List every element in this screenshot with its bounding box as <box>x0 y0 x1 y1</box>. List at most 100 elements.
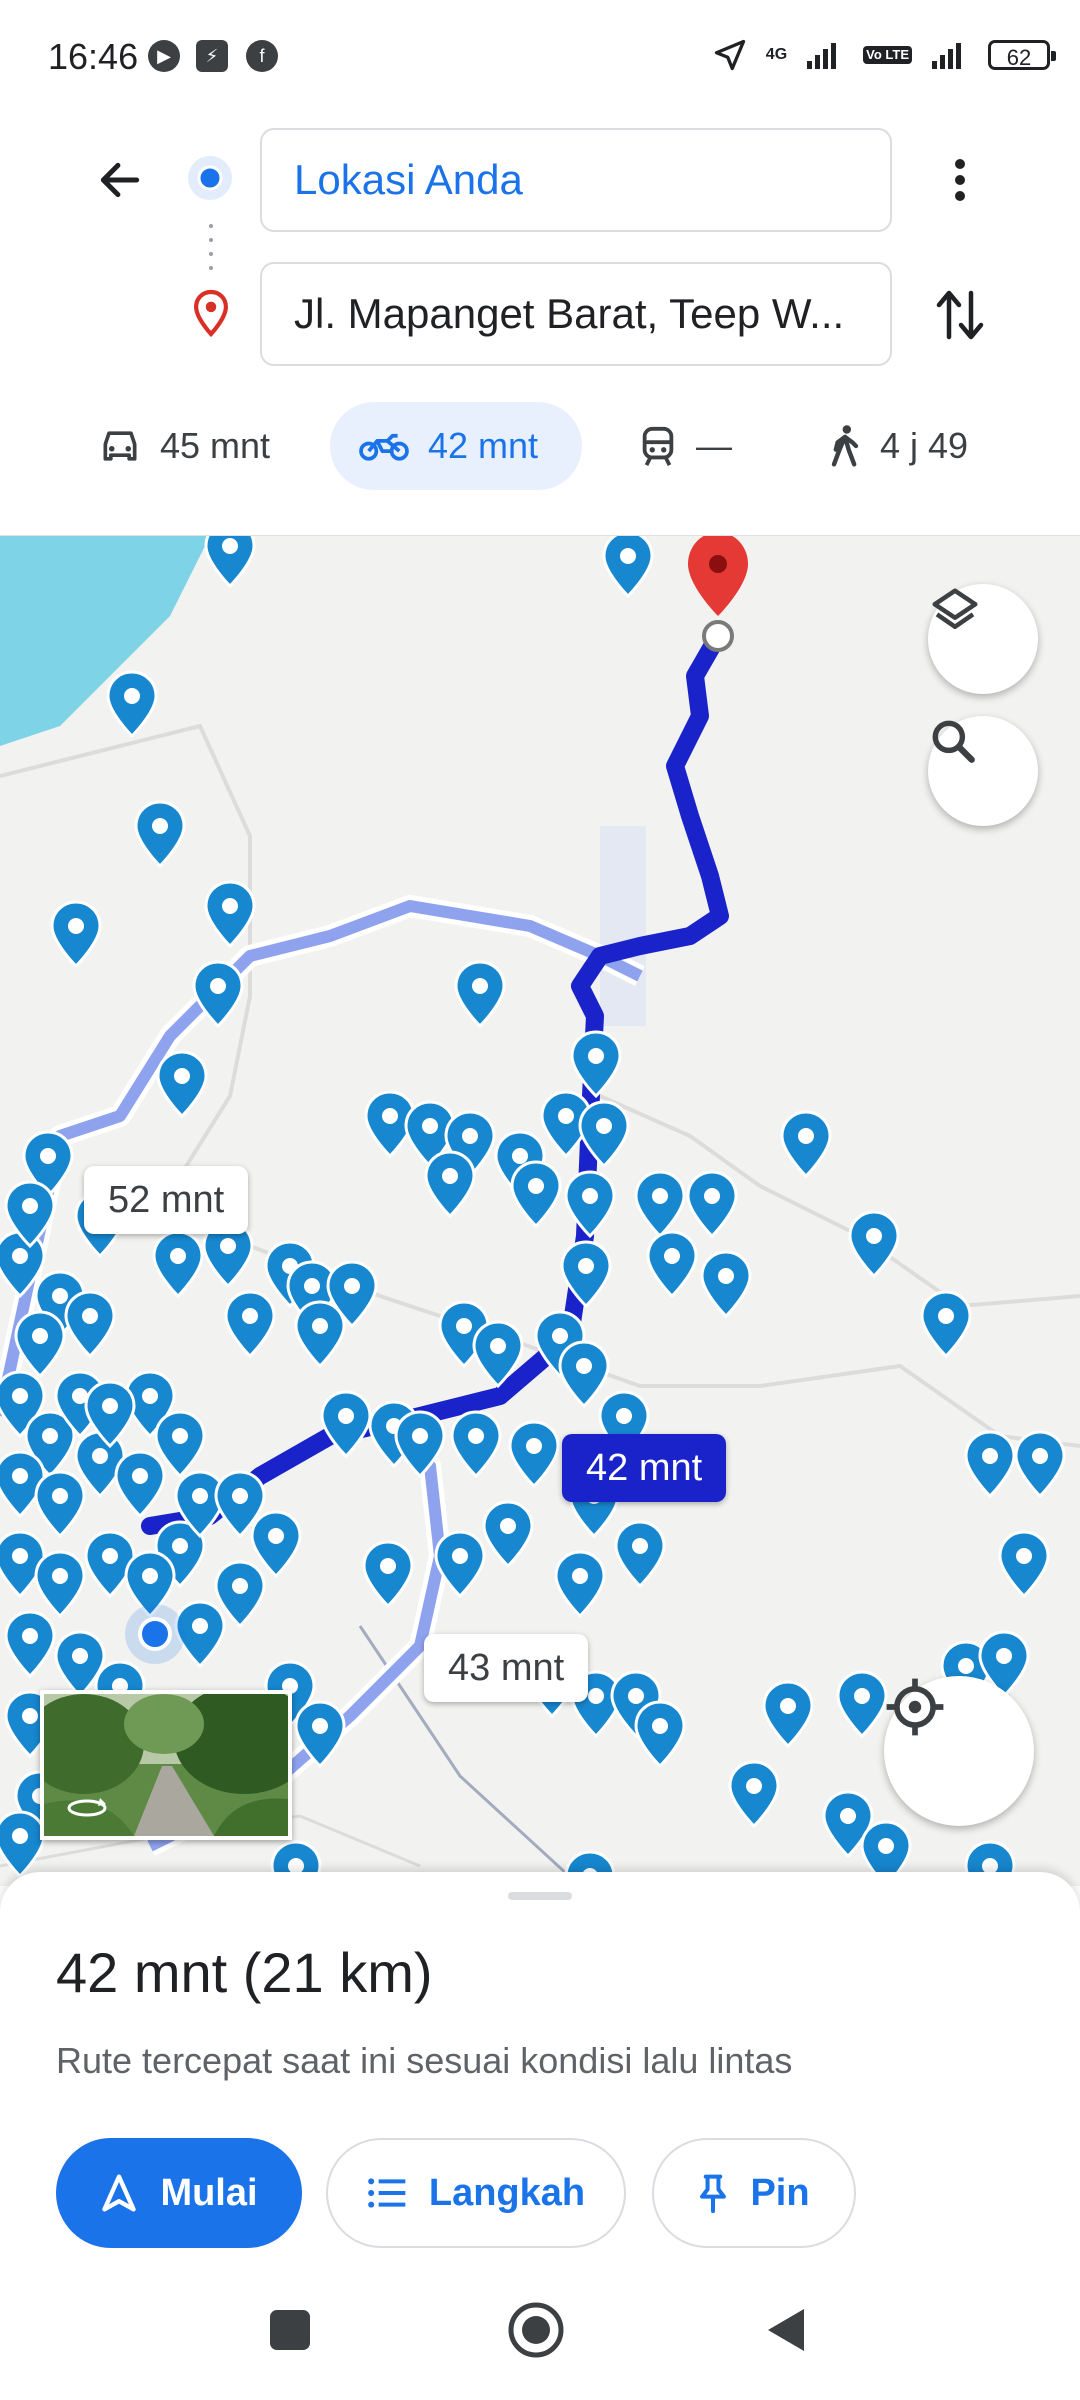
map-place-pin-dot <box>312 1318 328 1334</box>
map-place-pin-dot <box>40 1148 56 1164</box>
pin-button[interactable]: Pin <box>652 2138 856 2248</box>
destination-marker-dot <box>709 555 727 573</box>
pin-label: Pin <box>750 2171 810 2214</box>
motorcycle-icon <box>359 433 409 461</box>
more-options-button[interactable] <box>930 148 990 212</box>
map-place-pin-dot <box>304 1278 320 1294</box>
street-view-thumbnail[interactable] <box>40 1690 292 1840</box>
route-note: Rute tercepat saat ini sesuai kondisi la… <box>56 2040 793 2081</box>
map-place-pin-dot <box>22 1708 38 1724</box>
map-place-pin-dot <box>268 1528 284 1544</box>
map-place-pin-dot <box>588 1688 604 1704</box>
swap-origin-destination-button[interactable] <box>930 280 990 350</box>
map-place-pin-dot <box>22 1198 38 1214</box>
walk-icon <box>831 425 859 467</box>
map-place-pin-dot <box>242 1308 258 1324</box>
map-place-pin-dot <box>578 1258 594 1274</box>
home-icon <box>508 2302 564 2358</box>
map-place-pin-dot <box>422 1118 438 1134</box>
map-place-pin-dot <box>52 1568 68 1584</box>
shield-notification-icon: ⚡ <box>196 40 228 72</box>
status-bar: 16:46 ▶ ⚡ f 4G Vo LTE 62 <box>0 0 1080 110</box>
map-place-pin-dot <box>840 1808 856 1824</box>
route-time-label-alt-2[interactable]: 43 mnt <box>424 1634 589 1702</box>
facebook-notification-icon: f <box>246 40 278 72</box>
map-place-pin-dot <box>798 1128 814 1144</box>
recent-apps-icon <box>270 2310 310 2350</box>
more-vert-icon <box>955 159 965 201</box>
map-place-pin-dot <box>152 818 168 834</box>
recent-apps-button[interactable] <box>260 2300 320 2360</box>
search-icon <box>932 720 975 763</box>
home-button[interactable] <box>506 2300 566 2360</box>
map-place-pin-dot <box>652 1718 668 1734</box>
map-place-pin-dot <box>452 1548 468 1564</box>
mode-walk-label: 4 j 49 <box>880 425 969 466</box>
mode-tab-car[interactable]: 45 mnt <box>70 402 298 490</box>
map-place-pin-dot <box>52 1488 68 1504</box>
route-time-label-alt-1[interactable]: 52 mnt <box>84 1166 249 1234</box>
map-place-pin-dot <box>172 1428 188 1444</box>
my-location-button[interactable] <box>884 1676 1034 1826</box>
land-parcel <box>600 826 646 1026</box>
map-place-pin-dot <box>12 1468 28 1484</box>
route-connector-dots <box>209 224 213 270</box>
back-button[interactable] <box>90 150 150 210</box>
mode-tab-walk[interactable]: 4 j 49 <box>800 402 996 490</box>
map-place-pin-dot <box>854 1688 870 1704</box>
layers-icon <box>932 588 978 629</box>
map-place-pin-dot <box>344 1278 360 1294</box>
map-place-pin-dot <box>576 1358 592 1374</box>
map-place-pin-dot <box>1016 1548 1032 1564</box>
map-place-pin-dot <box>12 1828 28 1844</box>
map-place-pin-dot <box>558 1108 574 1124</box>
destination-pin-icon <box>194 289 228 338</box>
map-place-pin-dot <box>582 1188 598 1204</box>
street-view-rotate-icon <box>67 1798 107 1817</box>
map-place-pin-dot <box>232 1578 248 1594</box>
map-place-pin-dot <box>338 1408 354 1424</box>
map-place-pin-dot <box>878 1838 894 1854</box>
map-place-pin-dot <box>442 1168 458 1184</box>
map-place-pin-icon[interactable] <box>602 536 654 599</box>
map-place-pin-dot <box>382 1108 398 1124</box>
layers-button[interactable] <box>928 584 1038 694</box>
signal-icon <box>807 43 837 69</box>
map-place-pin-dot <box>632 1538 648 1554</box>
map-place-pin-icon[interactable] <box>0 1810 46 1879</box>
map-view[interactable]: 42 mnt 52 mnt 43 mnt <box>0 535 1080 1886</box>
mode-tab-transit[interactable]: — <box>610 402 760 490</box>
arrow-back-icon <box>100 162 140 198</box>
steps-button[interactable]: Langkah <box>326 2138 626 2248</box>
map-place-pin-dot <box>512 1148 528 1164</box>
map-place-pin-dot <box>170 1248 186 1264</box>
map-place-pin-dot <box>718 1268 734 1284</box>
destination-endpoint <box>702 620 734 652</box>
mode-car-label: 45 mnt <box>160 425 271 466</box>
route-time-label-primary[interactable]: 42 mnt <box>562 1434 727 1502</box>
map-place-pin-dot <box>232 1488 248 1504</box>
map-place-pin-dot <box>652 1188 668 1204</box>
map-place-pin-dot <box>704 1188 720 1204</box>
destination-marker-icon <box>688 536 748 616</box>
start-navigation-button[interactable]: Mulai <box>56 2138 302 2248</box>
map-place-pin-dot <box>174 1068 190 1084</box>
map-place-pin-dot <box>780 1698 796 1714</box>
destination-field[interactable]: Jl. Mapanget Barat, Teep W... <box>260 262 892 366</box>
map-place-pin-dot <box>22 1628 38 1644</box>
search-along-route-button[interactable] <box>928 716 1038 826</box>
status-right-group: 4G Vo LTE 62 <box>712 34 1056 76</box>
signal-icon-2 <box>932 43 961 69</box>
back-nav-button[interactable] <box>756 2300 816 2360</box>
destination-marker[interactable] <box>688 536 748 652</box>
sheet-drag-handle[interactable] <box>508 1892 572 1900</box>
mode-tab-motorcycle[interactable]: 42 mnt <box>330 402 582 490</box>
location-arrow-icon <box>714 39 745 71</box>
map-place-pin-dot <box>220 1238 236 1254</box>
map-place-pin-dot <box>664 1248 680 1264</box>
map-place-pin-dot <box>552 1328 568 1344</box>
transit-icon <box>642 426 674 466</box>
steps-label: Langkah <box>428 2171 586 2214</box>
origin-field[interactable]: Lokasi Anda <box>260 128 892 232</box>
back-triangle-icon <box>768 2309 804 2351</box>
